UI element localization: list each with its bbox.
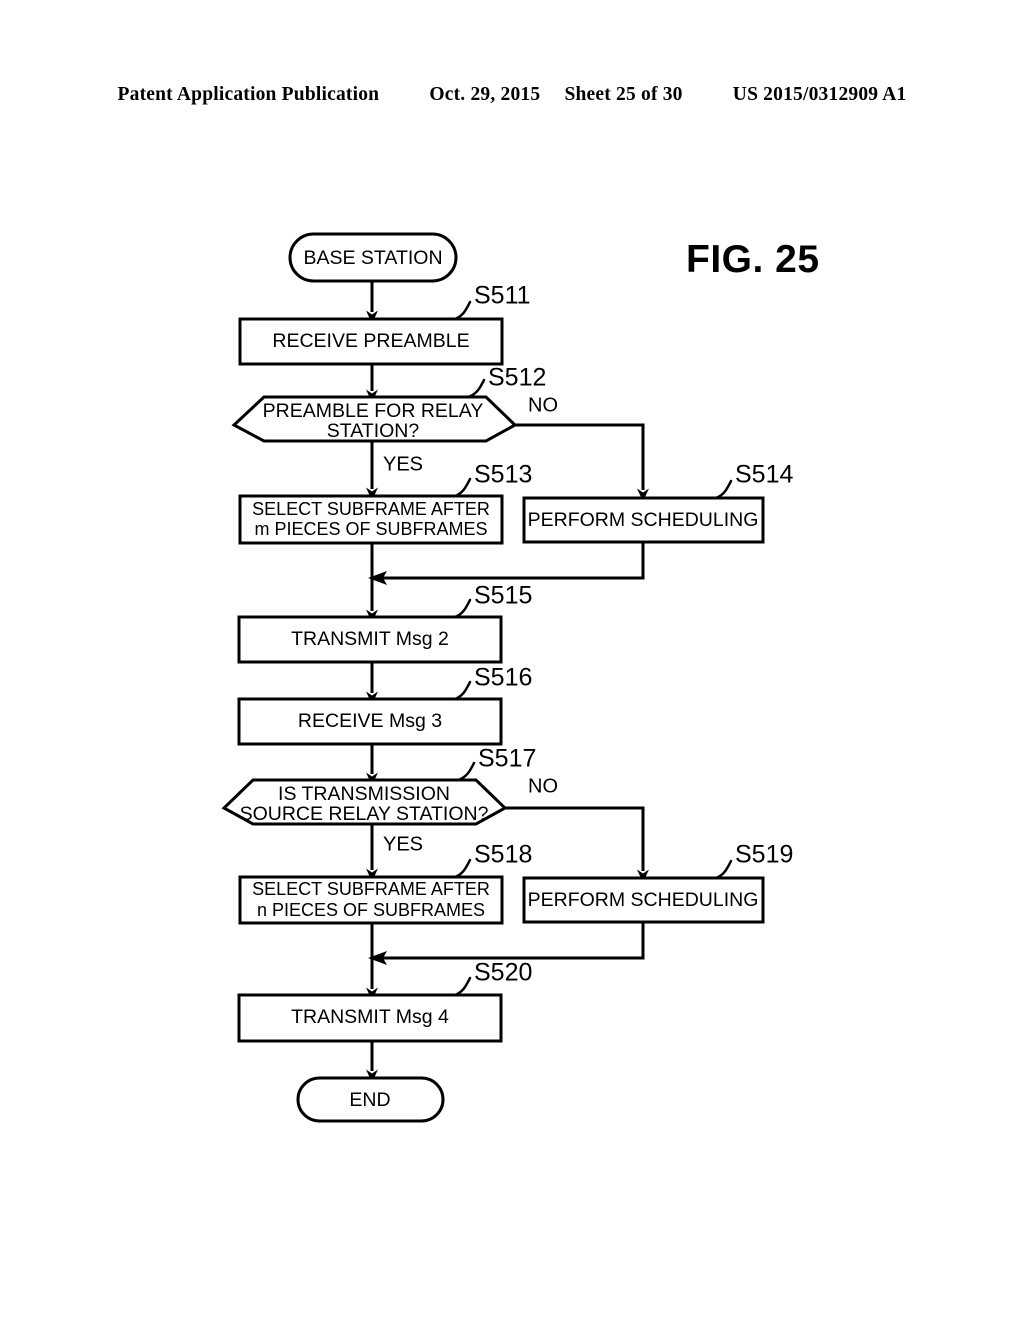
leader-line-s513 <box>453 477 472 498</box>
step-label-s519: S519 <box>735 841 793 869</box>
decision-node-s517: IS TRANSMISSION SOURCE RELAY STATION? <box>221 778 508 826</box>
process-node-s518-line2: n PIECES OF SUBFRAMES <box>257 900 485 920</box>
process-node-s516-label: RECEIVE Msg 3 <box>298 710 442 732</box>
step-label-s512: S512 <box>488 364 546 392</box>
process-node-s520-label: TRANSMIT Msg 4 <box>291 1006 449 1028</box>
process-node-s518-line1: SELECT SUBFRAME AFTER <box>252 879 490 899</box>
start-terminator-base-station: BASE STATION <box>288 232 458 283</box>
step-label-s511: S511 <box>474 282 531 310</box>
step-label-s515: S515 <box>474 582 532 610</box>
process-node-s519-label: PERFORM SCHEDULING <box>528 889 759 911</box>
process-node-s513: SELECT SUBFRAME AFTER m PIECES OF SUBFRA… <box>238 494 504 545</box>
branch-label-yes-s517: YES <box>383 833 423 855</box>
step-label-s517: S517 <box>478 745 536 773</box>
process-node-s515: TRANSMIT Msg 2 <box>237 615 503 664</box>
step-label-s514: S514 <box>735 461 793 489</box>
process-node-s518: SELECT SUBFRAME AFTER n PIECES OF SUBFRA… <box>238 875 504 925</box>
start-terminator-label: BASE STATION <box>303 247 442 269</box>
branch-label-yes-s512: YES <box>383 453 423 475</box>
decision-node-s517-line2: SOURCE RELAY STATION? <box>240 803 489 825</box>
step-label-s520: S520 <box>474 959 532 987</box>
process-node-s516: RECEIVE Msg 3 <box>237 697 503 746</box>
leader-line-s519 <box>714 859 733 880</box>
process-node-s513-line2: m PIECES OF SUBFRAMES <box>254 519 487 539</box>
flowchart-diagram: BASE STATION RECEIVE PREAMBLE S511 PREAM… <box>221 232 793 1123</box>
leader-line-s520 <box>453 976 472 997</box>
decision-node-s517-line1: IS TRANSMISSION <box>278 783 450 805</box>
connector-s519-merge <box>381 922 645 960</box>
process-node-s511-label: RECEIVE PREAMBLE <box>272 330 469 352</box>
connector-s514-merge <box>381 542 645 580</box>
step-label-s518: S518 <box>474 841 532 869</box>
process-node-s514-label: PERFORM SCHEDULING <box>528 509 759 531</box>
branch-label-no-s517: NO <box>528 775 558 797</box>
step-label-s516: S516 <box>474 664 532 692</box>
end-terminator: END <box>296 1076 445 1123</box>
leader-line-s516 <box>453 680 472 701</box>
leader-line-s512 <box>466 378 486 399</box>
leader-line-s517 <box>456 761 476 782</box>
process-node-s520: TRANSMIT Msg 4 <box>237 993 503 1043</box>
decision-node-s512-line1: PREAMBLE FOR RELAY <box>263 400 484 422</box>
leader-line-s514 <box>714 479 733 500</box>
end-terminator-label: END <box>349 1089 390 1111</box>
process-node-s514: PERFORM SCHEDULING <box>522 496 765 544</box>
process-node-s519: PERFORM SCHEDULING <box>522 876 765 924</box>
leader-line-s515 <box>453 598 472 619</box>
branch-label-no-s512: NO <box>528 394 558 416</box>
leader-line-s511 <box>453 300 472 321</box>
connector-s512-no-to-s514 <box>515 423 649 502</box>
process-node-s515-label: TRANSMIT Msg 2 <box>291 628 449 650</box>
decision-node-s512: PREAMBLE FOR RELAY STATION? <box>231 395 518 443</box>
step-label-s513: S513 <box>474 461 532 489</box>
decision-node-s512-line2: STATION? <box>327 420 420 442</box>
process-node-s511: RECEIVE PREAMBLE <box>238 317 504 366</box>
process-node-s513-line1: SELECT SUBFRAME AFTER <box>252 499 490 519</box>
leader-line-s518 <box>453 858 472 879</box>
